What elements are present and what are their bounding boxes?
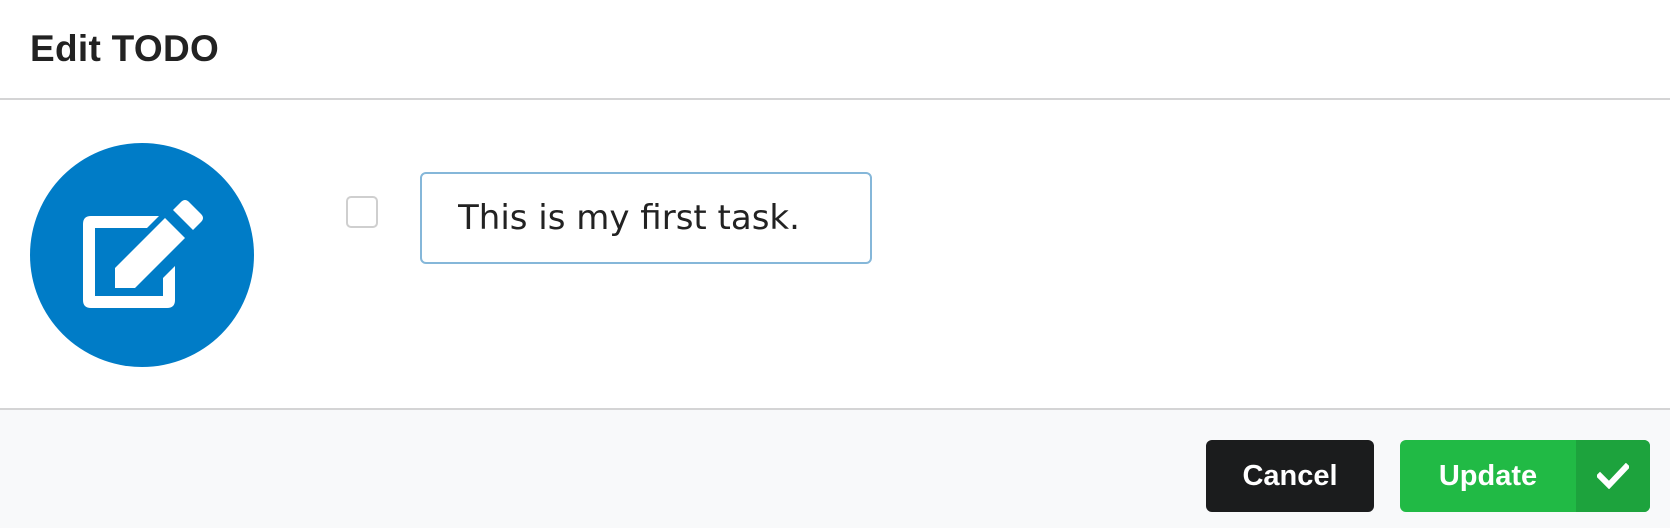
modal-actions: Cancel Update [0, 410, 1670, 528]
cancel-button-label: Cancel [1242, 459, 1338, 492]
modal-content [0, 100, 1670, 410]
edit-todo-modal: Edit TODO Cancel Update [0, 0, 1670, 528]
modal-header: Edit TODO [0, 0, 1670, 100]
edit-icon [83, 200, 203, 308]
task-input[interactable] [420, 172, 872, 264]
checkmark-icon [1576, 440, 1650, 512]
update-button-label: Update [1438, 459, 1538, 492]
cancel-button[interactable]: Cancel [1206, 440, 1374, 512]
modal-title: Edit TODO [30, 28, 220, 69]
completed-checkbox[interactable] [346, 196, 378, 228]
edit-icon-circle [30, 143, 254, 367]
update-button[interactable]: Update [1400, 440, 1650, 512]
